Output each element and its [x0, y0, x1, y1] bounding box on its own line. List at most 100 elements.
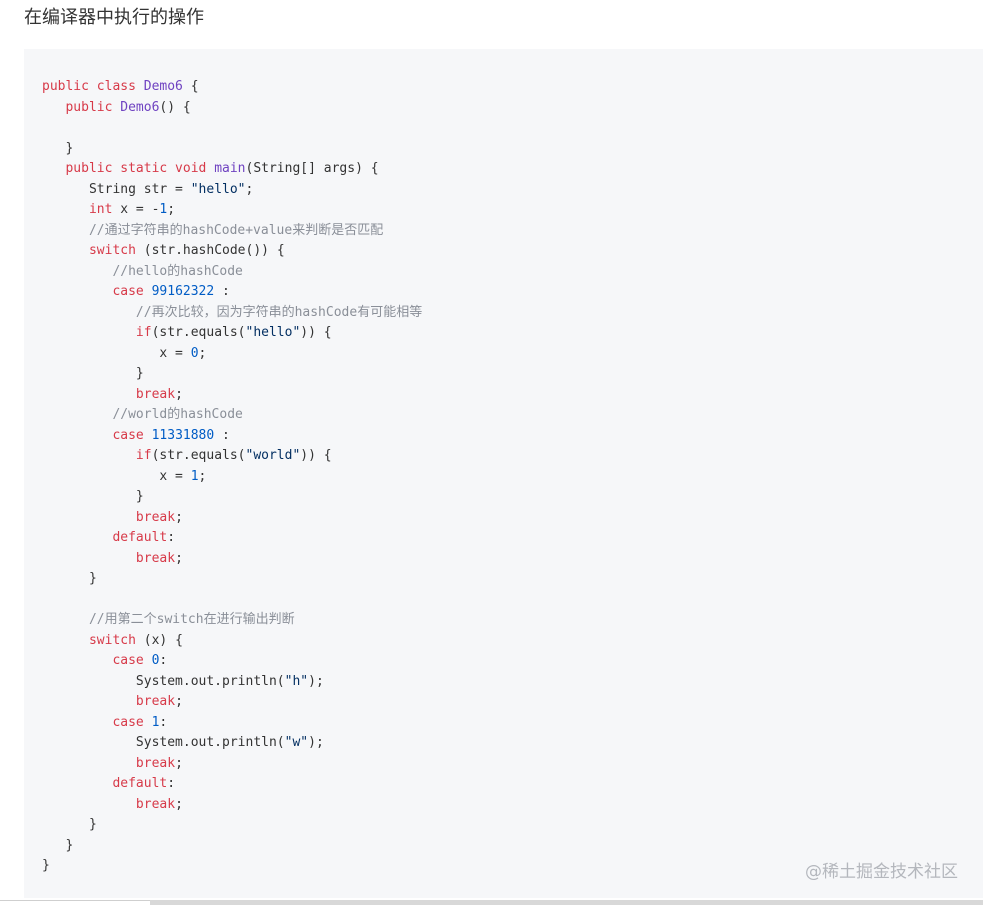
code-line: break;: [42, 385, 422, 406]
code-token: case: [112, 714, 144, 730]
watermark: @稀土掘金技术社区: [805, 862, 958, 882]
code-block[interactable]: public class Demo6 { public Demo6() { } …: [24, 49, 983, 898]
code-line: }: [42, 364, 422, 385]
code-token: (str.equals(: [151, 325, 246, 340]
code-token: }: [42, 837, 74, 853]
code-token: switch: [88, 243, 136, 258]
code-token: "hello": [245, 325, 301, 340]
code-token: 1: [190, 468, 199, 484]
code-line: break;: [42, 549, 422, 570]
code-token: main: [214, 161, 246, 176]
code-token: "hello": [190, 181, 246, 197]
code-token: (str.hashCode()) {: [135, 243, 285, 258]
code-token: ;: [175, 386, 183, 402]
code-line: break;: [42, 754, 422, 775]
code-line: case 99162322 :: [42, 282, 422, 303]
code-token: :: [167, 530, 176, 545]
code-token: :: [167, 776, 176, 791]
article-page: 在编译器中执行的操作 public class Demo6 { public D…: [0, 0, 983, 905]
code-line: //hello的hashCode: [42, 262, 422, 283]
scrollbar-track[interactable]: [150, 900, 983, 905]
code-token: break: [135, 796, 176, 812]
scrollbar-thumb[interactable]: [0, 900, 150, 901]
code-token: ;: [175, 755, 183, 771]
code-token: break: [135, 694, 176, 709]
code-token: System.out.println(: [42, 673, 285, 689]
code-token: :: [159, 714, 168, 730]
code-line: break;: [42, 508, 422, 529]
code-line: String str = "hello";: [42, 180, 422, 201]
code-token: String str =: [42, 181, 191, 197]
code-token: }: [42, 366, 144, 381]
code-token: (String[] args) {: [245, 161, 379, 176]
code-line: public static void main(String[] args) {: [42, 159, 422, 180]
code-token: ;: [198, 468, 207, 484]
code-line: }: [42, 836, 422, 857]
code-token: ;: [175, 509, 183, 525]
code-token: 99162322: [151, 284, 215, 299]
section-heading: 在编译器中执行的操作: [24, 7, 204, 28]
code-token: switch: [88, 632, 136, 648]
code-token: if: [135, 448, 152, 463]
code-token: break: [135, 509, 176, 525]
horizontal-scrollbar[interactable]: [0, 898, 983, 905]
code-token: public static void: [42, 161, 215, 176]
code-line: }: [42, 139, 422, 160]
code-token: );: [308, 735, 324, 750]
code-line: default:: [42, 528, 422, 549]
code-token: break: [135, 550, 176, 566]
code-line: if(str.equals("hello")) {: [42, 323, 422, 344]
code-line: x = 0;: [42, 344, 422, 365]
code-line: //再次比较，因为字符串的hashCode有可能相等: [42, 303, 422, 324]
code-line: x = 1;: [42, 467, 422, 488]
code-line: }: [42, 569, 422, 590]
code-line: System.out.println("h");: [42, 672, 422, 693]
code-token: //再次比较，因为字符串的hashCode有可能相等: [135, 304, 423, 320]
code-token: System.out.println(: [42, 735, 285, 750]
code-token: case: [112, 427, 144, 443]
code-token: Demo6: [120, 99, 160, 115]
code-token: default: [112, 776, 168, 791]
code-token: );: [308, 673, 324, 689]
code-token: ;: [198, 345, 207, 361]
code-token: case: [112, 284, 144, 299]
code-line: case 1:: [42, 713, 422, 734]
code-line: int x = -1;: [42, 200, 422, 221]
code-token: "w": [284, 735, 309, 750]
code-token: default: [112, 530, 168, 545]
code-token: //world的hashCode: [112, 407, 243, 422]
code-token: //用第二个switch在进行输出判断: [88, 612, 295, 627]
code-token: ;: [175, 694, 183, 709]
code-line: //world的hashCode: [42, 405, 422, 426]
code-line: System.out.println("w");: [42, 733, 422, 754]
code-line: break;: [42, 692, 422, 713]
code-token: ;: [175, 796, 183, 812]
code-token: "h": [284, 673, 309, 689]
code-token: x =: [42, 468, 191, 484]
code-line: //通过字符串的hashCode+value来判断是否匹配: [42, 221, 422, 242]
code-token: {: [182, 79, 199, 94]
code-line: switch (str.hashCode()) {: [42, 241, 422, 262]
code-token: "world": [245, 448, 301, 463]
